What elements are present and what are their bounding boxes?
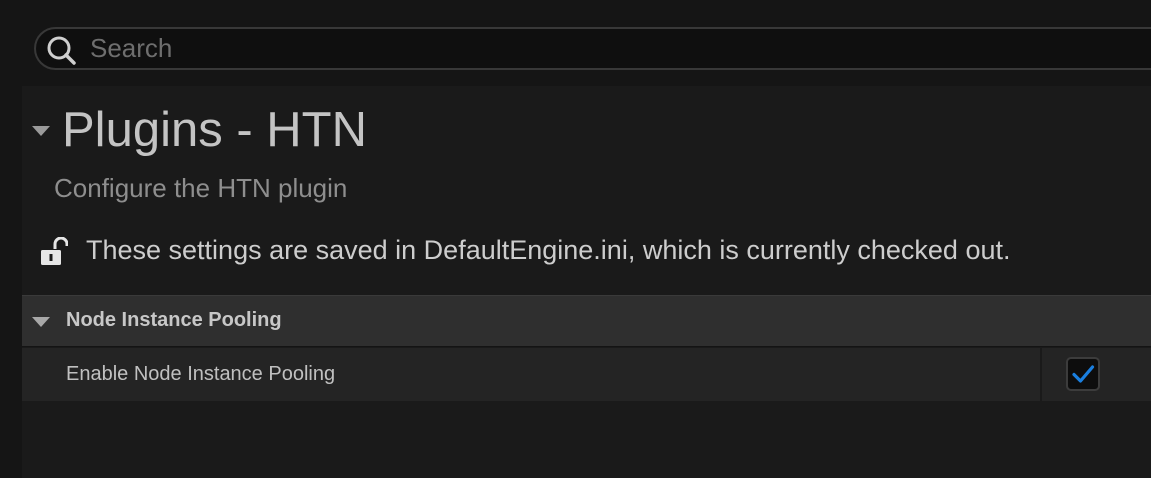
search-bar-container	[0, 0, 1151, 86]
left-gutter	[0, 86, 22, 478]
search-input[interactable]	[90, 29, 1090, 68]
page-subtitle: Configure the HTN plugin	[54, 173, 348, 203]
notice-text: These settings are saved in DefaultEngin…	[86, 235, 1011, 265]
unlocked-padlock-icon	[41, 237, 68, 265]
page-title: Plugins - HTN	[62, 103, 367, 157]
search-box[interactable]	[34, 27, 1151, 70]
category-label: Node Instance Pooling	[66, 309, 282, 331]
settings-window: Plugins - HTN Configure the HTN plugin T…	[0, 0, 1151, 478]
property-row-enable-node-instance-pooling: Enable Node Instance Pooling	[22, 348, 1151, 401]
property-label: Enable Node Instance Pooling	[66, 363, 336, 385]
category-collapse-arrow-icon[interactable]	[32, 317, 50, 327]
config-notice: These settings are saved in DefaultEngin…	[40, 234, 1140, 274]
category-header-node-instance-pooling[interactable]: Node Instance Pooling	[22, 295, 1151, 347]
search-icon	[47, 36, 76, 65]
collapse-arrow-icon[interactable]	[32, 126, 50, 136]
section-title-row[interactable]: Plugins - HTN	[22, 100, 1151, 160]
column-divider[interactable]	[1040, 348, 1042, 401]
settings-panel: Plugins - HTN Configure the HTN plugin T…	[22, 86, 1151, 478]
enable-node-instance-pooling-checkbox[interactable]	[1066, 357, 1100, 391]
checkmark-icon	[1072, 365, 1095, 383]
